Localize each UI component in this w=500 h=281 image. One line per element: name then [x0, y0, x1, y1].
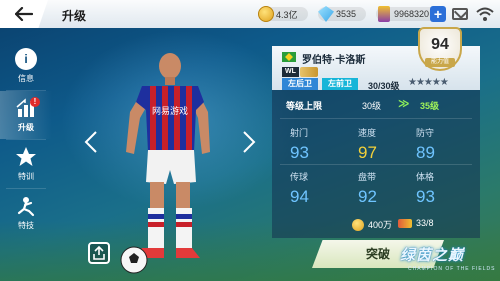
level-progress: 30/30级 — [368, 81, 400, 91]
arrow-icon: ≫ — [398, 98, 410, 110]
coin-balance: 4.3亿 — [258, 5, 308, 23]
brazil-flag-icon — [282, 52, 296, 62]
divider — [280, 164, 472, 165]
coin-icon — [352, 218, 364, 231]
coin-cost: 400万 — [352, 218, 392, 231]
sidebar-item-training[interactable]: 特训 — [0, 140, 52, 188]
share-icon — [93, 245, 105, 260]
top-bar: 升级 4.3亿 3535 9968320 + — [0, 0, 500, 28]
page-title: 升级 — [62, 9, 87, 23]
rating-value: 94 — [431, 36, 449, 53]
stat-defense: 防守 89 — [416, 128, 435, 162]
alert-badge: ! — [30, 97, 40, 107]
sidebar-item-upgrade[interactable]: ! 升级 — [0, 91, 52, 139]
level-cap-label: 等级上限 — [286, 101, 323, 111]
rating-badge: 94 能力值 — [418, 27, 462, 71]
player-info-panel: 罗伯特·卡洛斯 WL 左后卫 左前卫 30/30级 ★★★★★ 等级上限 30级… — [272, 46, 480, 238]
stat-shooting: 射门 93 — [290, 128, 309, 162]
star-icon — [16, 147, 36, 166]
player-model: 网易游戏 — [120, 53, 210, 274]
rating-label: 能力值 — [425, 58, 455, 67]
jersey-sponsor: 网易游戏 — [152, 105, 188, 117]
sidebar: i 信息 ! 升级 特训 特技 — [0, 42, 52, 237]
skill-icon — [17, 197, 35, 217]
card-icon — [378, 6, 390, 22]
position-tag: 左前卫 — [322, 78, 358, 90]
stat-dribbling: 盘带 92 — [358, 172, 377, 206]
prev-player-button[interactable] — [84, 130, 98, 154]
player-name: 罗伯特·卡洛斯 — [302, 55, 366, 66]
sidebar-item-skill[interactable]: 特技 — [0, 189, 52, 237]
upgrade-screen: 升级 4.3亿 3535 9968320 + i 信息 ! 升级 特训 特技 网… — [0, 0, 500, 281]
sidebar-item-info[interactable]: i 信息 — [0, 42, 52, 90]
stat-physical: 体格 93 — [416, 172, 435, 206]
divider — [280, 118, 472, 119]
level-cap-current: 30级 — [362, 101, 382, 111]
coin-icon — [258, 6, 274, 22]
mail-icon[interactable] — [452, 8, 468, 20]
stat-passing: 传球 94 — [290, 172, 309, 206]
level-cap-row: 等级上限 30级 ≫ 35级 — [272, 94, 480, 116]
share-button[interactable] — [88, 242, 110, 264]
position-tag: 左后卫 — [282, 78, 318, 90]
wifi-icon — [476, 7, 494, 21]
back-button[interactable] — [0, 0, 48, 28]
rarity-icon — [300, 67, 318, 77]
diamond-balance: 3535 — [318, 5, 367, 23]
game-logo: 绿茵之巅 CHAMPION OF THE FIELDS — [400, 247, 496, 272]
star-rating: ★★★★★ — [408, 77, 449, 88]
player-tag: WL — [282, 67, 299, 77]
level-cap-next: 35级 — [420, 101, 440, 111]
info-icon: i — [15, 48, 37, 70]
card-icon — [398, 218, 412, 228]
add-currency-button[interactable]: + — [430, 6, 446, 22]
next-player-button[interactable] — [242, 130, 256, 154]
card-cost: 33/8 — [398, 218, 434, 228]
stat-speed: 速度 97 — [358, 128, 377, 162]
back-arrow-icon — [15, 7, 33, 21]
